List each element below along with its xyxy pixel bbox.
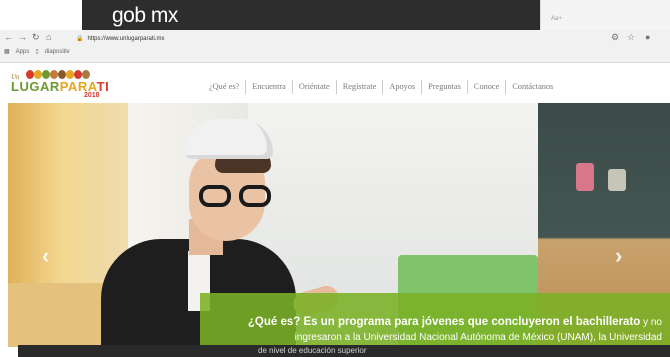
side-pane-text: Aa+	[551, 16, 562, 22]
extension-icon[interactable]: ⚙	[611, 32, 619, 43]
nav-preguntas[interactable]: Preguntas	[421, 80, 467, 94]
hero-caption: ¿Qué es? Es un programa para jóvenes que…	[200, 315, 662, 345]
video-subtitle: de nivel de educación superior	[258, 346, 367, 355]
home-icon[interactable]: ⌂	[46, 32, 51, 42]
nav-apoyos[interactable]: Apoyos	[382, 80, 421, 94]
hero-carousel: ‹ ›	[8, 103, 670, 347]
nav-conoce[interactable]: Conoce	[466, 80, 505, 94]
profile-icon[interactable]: ●	[645, 32, 650, 42]
nav-orientate[interactable]: Oriéntate	[291, 80, 336, 94]
bookmark-diapositiv[interactable]: diapositiv	[45, 49, 70, 55]
star-icon[interactable]: ☆	[627, 32, 635, 43]
arrow-left-icon[interactable]: ←	[4, 32, 13, 42]
bookmarks-bar: ▦ Apps ▯ diapositiv	[4, 48, 76, 55]
side-pane: Aa+	[540, 0, 670, 32]
screen: gob mx Aa+ ← → ↻ ⌂ 🔒 https://www.unlugarp…	[0, 0, 670, 357]
reload-icon[interactable]: ↻	[32, 32, 40, 43]
nav-registrate[interactable]: Regístrate	[335, 80, 383, 94]
nav-encuentra[interactable]: Encuentra	[245, 80, 292, 94]
bookmark-apps[interactable]: Apps	[16, 49, 30, 55]
lock-icon: 🔒	[76, 36, 84, 42]
bookmark-folder-icon: ▯	[35, 49, 39, 55]
browser-toolbar: ← → ↻ ⌂ 🔒 https://www.unlugarparati.mx ⚙ …	[0, 30, 670, 63]
chevron-left-icon[interactable]: ‹	[42, 243, 49, 269]
caption-bold: ¿Qué es? Es un programa para jóvenes que…	[247, 316, 641, 328]
main-nav: ¿Qué es? Encuentra Oriéntate Regístrate …	[203, 80, 559, 94]
site-header: Un LUGARPARATI 2018 ¿Qué es? Encuentra O…	[8, 63, 670, 103]
nav-contactanos[interactable]: Contáctanos	[505, 80, 559, 94]
logo-year: 2018	[84, 92, 100, 99]
video-subtitle-bar: de nivel de educación superior	[18, 345, 670, 357]
address-bar[interactable]: 🔒 https://www.unlugarparati.mx	[76, 33, 601, 45]
chevron-right-icon[interactable]: ›	[615, 243, 622, 269]
site-logo[interactable]: Un LUGARPARATI 2018	[8, 63, 123, 103]
apps-grid-icon[interactable]: ▦	[4, 49, 10, 55]
arrow-right-icon[interactable]: →	[18, 32, 27, 42]
nav-que-es[interactable]: ¿Qué es?	[203, 80, 245, 94]
url-text: https://www.unlugarparati.mx	[87, 36, 165, 42]
video-top-area: gob mx Aa+	[0, 0, 670, 32]
gob-mx-logo: gob mx	[112, 4, 178, 27]
